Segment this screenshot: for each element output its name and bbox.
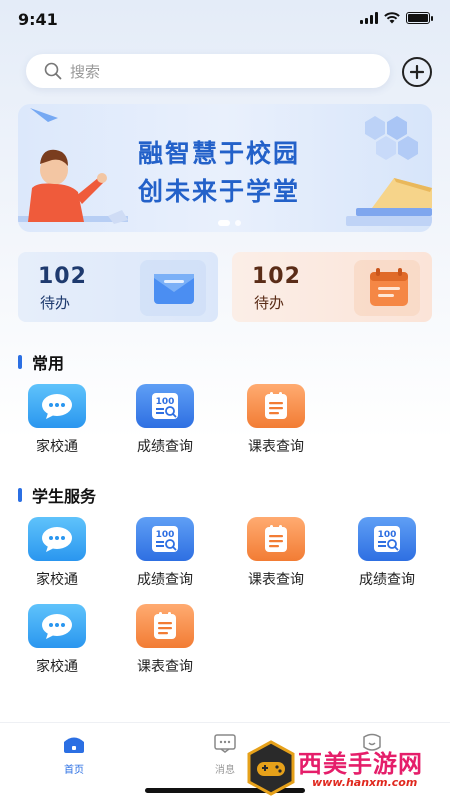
grid-item-schedule-query[interactable]: 课表查询 xyxy=(231,384,321,456)
search-icon xyxy=(44,62,62,80)
svg-text:100: 100 xyxy=(156,397,175,407)
promo-banner[interactable]: 融智慧于校园 创未来于学堂 xyxy=(18,104,432,232)
banner-pagination-dots[interactable] xyxy=(218,220,241,226)
svg-text:100: 100 xyxy=(156,530,175,540)
score-report-icon: 100 xyxy=(136,384,194,428)
home-icon xyxy=(64,737,84,753)
banner-student-illustration xyxy=(18,108,128,224)
banner-books-illustration xyxy=(346,178,432,226)
todo-count: 102 xyxy=(252,264,301,289)
chat-bubble-icon xyxy=(28,517,86,561)
grid-item-label: 成绩查询 xyxy=(137,439,193,455)
schedule-list-icon xyxy=(247,384,305,428)
search-input[interactable]: 搜索 xyxy=(26,54,390,88)
battery-icon xyxy=(406,12,433,24)
status-bar: 9:41 xyxy=(0,0,450,40)
watermark: 西美手游网 www.hanxm.com xyxy=(246,740,446,798)
grid-item-label: 家校通 xyxy=(36,439,78,455)
chat-bubble-icon xyxy=(28,604,86,648)
watermark-text: 西美手游网 xyxy=(298,750,423,778)
section-accent-bar xyxy=(18,488,22,502)
score-report-icon: 100 xyxy=(358,517,416,561)
grid-item-label: 课表查询 xyxy=(137,659,193,675)
grid-item-schedule-query[interactable]: 课表查询 xyxy=(231,517,321,589)
status-icons xyxy=(360,12,433,24)
grid-item-home-school[interactable]: 家校通 xyxy=(12,384,102,456)
message-icon xyxy=(214,734,236,753)
grid-item-score-query[interactable]: 100 成绩查询 xyxy=(120,517,210,589)
chat-bubble-icon xyxy=(28,384,86,428)
todo-card-blue[interactable]: 102 待办 xyxy=(18,252,218,322)
watermark-url: www.hanxm.com xyxy=(312,776,418,789)
grid-item-label: 家校通 xyxy=(36,572,78,588)
section-title-text: 常用 xyxy=(32,354,65,373)
schedule-list-icon xyxy=(136,604,194,648)
schedule-list-icon xyxy=(247,517,305,561)
section-title-text: 学生服务 xyxy=(32,487,97,506)
grid-item-schedule-query[interactable]: 课表查询 xyxy=(120,604,210,676)
search-placeholder: 搜索 xyxy=(70,62,101,81)
status-time: 9:41 xyxy=(18,10,58,29)
section-title-common: 常用 xyxy=(18,350,64,374)
plus-icon xyxy=(410,65,424,79)
grid-item-score-query[interactable]: 100 成绩查询 xyxy=(120,384,210,456)
banner-hexagon-decoration xyxy=(365,116,418,160)
grid-item-label: 课表查询 xyxy=(248,572,304,588)
grid-item-score-query[interactable]: 100 成绩查询 xyxy=(342,517,432,589)
grid-item-label: 成绩查询 xyxy=(359,572,415,588)
tab-home-label: 首页 xyxy=(64,765,84,776)
tab-home[interactable]: 首页 xyxy=(44,733,104,776)
grid-item-home-school[interactable]: 家校通 xyxy=(12,604,102,676)
todo-card-orange[interactable]: 102 待办 xyxy=(232,252,432,322)
add-button[interactable] xyxy=(402,57,432,87)
banner-headline-1: 融智慧于校园 xyxy=(138,139,301,168)
todo-count: 102 xyxy=(38,264,87,289)
svg-text:100: 100 xyxy=(378,530,397,540)
wifi-icon xyxy=(384,12,400,24)
calendar-icon xyxy=(354,260,420,316)
grid-item-label: 课表查询 xyxy=(248,439,304,455)
banner-headline-2: 创未来于学堂 xyxy=(138,177,301,206)
grid-item-label: 成绩查询 xyxy=(137,572,193,588)
grid-item-home-school[interactable]: 家校通 xyxy=(12,517,102,589)
todo-label: 待办 xyxy=(254,294,285,312)
search-row: 搜索 xyxy=(26,54,434,88)
score-report-icon: 100 xyxy=(136,517,194,561)
section-accent-bar xyxy=(18,355,22,369)
grid-item-label: 家校通 xyxy=(36,659,78,675)
section-title-student-services: 学生服务 xyxy=(18,483,96,507)
gamepad-logo-icon xyxy=(247,740,295,796)
envelope-icon xyxy=(140,260,206,316)
todo-label: 待办 xyxy=(40,294,71,312)
cellular-signal-icon xyxy=(360,12,378,24)
